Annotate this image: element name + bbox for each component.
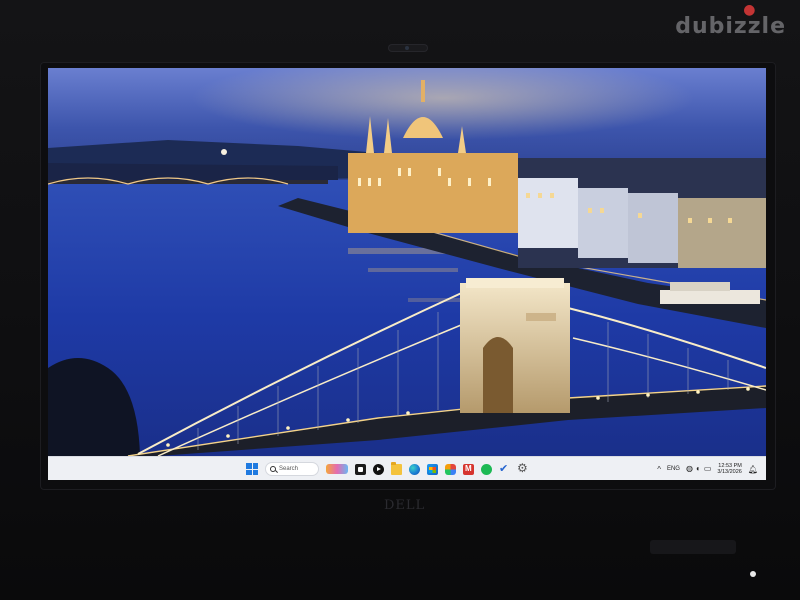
network-icon: ◍ [685,464,693,473]
dell-logo: DELL [384,498,426,513]
clock[interactable]: 12:53 PM 3/13/2026 [717,463,741,475]
language-indicator[interactable]: ENG [667,466,680,472]
todo-icon[interactable] [499,462,510,475]
search-placeholder: Search [279,466,299,472]
power-led [750,571,756,577]
taskbar: Search ^ ENG ◍ ◐ ▭ [48,456,766,480]
office-icon[interactable] [463,463,474,475]
battery-icon: ▭ [703,464,712,473]
settings-icon[interactable] [517,461,528,475]
tray-overflow-chevron-icon[interactable]: ^ [657,465,661,474]
copilot-icon[interactable] [445,463,456,475]
edge-browser-icon[interactable] [409,463,420,475]
volume-icon: ◐ [695,464,701,473]
search-box[interactable]: Search [265,462,319,476]
screen: Search ^ ENG ◍ ◐ ▭ [48,68,766,480]
media-player-icon[interactable] [373,463,384,475]
bell-icon[interactable]: 🔔︎ [748,465,758,474]
taskbar-center: Search [246,461,528,477]
flame-icon: ● [743,2,757,18]
task-view-icon[interactable] [355,463,366,475]
windows-start-icon[interactable] [246,463,258,475]
webcam [388,44,428,52]
search-icon [270,466,276,472]
spotify-icon[interactable] [481,463,492,475]
widgets-icon[interactable] [326,464,348,474]
microsoft-store-icon[interactable] [427,463,438,475]
laptop-photo: dubizzle ● Search M ✔ ⚙ ^ ENG ◍ ◐ ▭ 12:5… [0,0,800,600]
file-explorer-icon[interactable] [391,461,402,475]
clock-date: 3/13/2026 [717,469,742,475]
desktop-wallpaper [48,68,766,456]
watermark: dubizzle ● [675,2,786,39]
system-tray: ^ ENG ◍ ◐ ▭ 12:53 PM 3/13/2026 🔔︎ [657,459,758,479]
laptop-hinge [650,540,736,554]
quick-settings[interactable]: ◍ ◐ ▭ [686,465,711,473]
